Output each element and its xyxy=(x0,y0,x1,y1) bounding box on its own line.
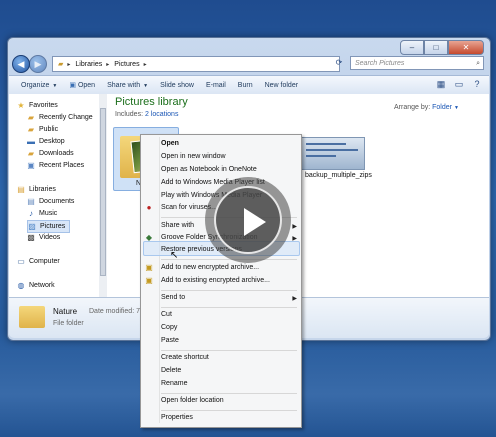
breadcrumb-pictures[interactable]: Pictures xyxy=(114,61,139,68)
menu-item-open-new-window[interactable]: Open in new window xyxy=(161,151,226,163)
groove-icon: ◆ xyxy=(145,233,153,242)
scrollbar-thumb[interactable] xyxy=(100,108,106,276)
navigation-bar: ◀ ▶ ▰ ▸ Libraries ▸ Pictures ▸ ⟳ Search … xyxy=(12,55,486,73)
search-icon: ⌕ xyxy=(476,60,480,67)
nav-recently-changed[interactable]: ▰ Recently Change xyxy=(27,112,93,123)
menu-item-open-folder-location[interactable]: Open folder location xyxy=(161,395,224,407)
menu-item-copy[interactable]: Copy xyxy=(161,322,177,334)
share-with-button[interactable]: Share with ▼ xyxy=(107,82,148,89)
nav-recent-places[interactable]: ▣ Recent Places xyxy=(27,160,84,171)
menu-item-delete[interactable]: Delete xyxy=(161,365,181,377)
chevron-down-icon[interactable]: ▼ xyxy=(454,105,459,111)
library-icon: ▤ xyxy=(17,184,25,194)
chevron-right-icon: ▸ xyxy=(143,61,147,68)
submenu-arrow-icon: ▶ xyxy=(292,296,297,302)
nav-libraries[interactable]: ▤ Libraries xyxy=(17,184,56,195)
menu-item-add-existing-encrypted[interactable]: Add to existing encrypted archive... xyxy=(161,275,270,287)
file-thumbnail[interactable] xyxy=(301,137,365,170)
slide-show-button[interactable]: Slide show xyxy=(160,82,194,89)
nav-public[interactable]: ▰ Public xyxy=(27,124,58,135)
video-play-button[interactable] xyxy=(205,177,291,263)
library-title: Pictures library xyxy=(115,96,188,108)
submenu-arrow-icon: ▶ xyxy=(292,236,297,242)
menu-item-create-shortcut[interactable]: Create shortcut xyxy=(161,352,209,364)
menu-item-rename[interactable]: Rename xyxy=(161,378,187,390)
recent-places-icon: ▣ xyxy=(27,160,35,170)
arrange-by-dropdown[interactable]: Folder xyxy=(432,104,452,111)
menu-item-add-encrypted[interactable]: Add to new encrypted archive... xyxy=(161,262,259,274)
lock-icon: ▣ xyxy=(145,276,153,285)
details-date-modified: Date modified: 7 xyxy=(89,308,140,315)
menu-item-properties[interactable]: Properties xyxy=(161,412,193,424)
burn-button[interactable]: Burn xyxy=(238,82,253,89)
address-bar[interactable]: ▰ ▸ Libraries ▸ Pictures ▸ xyxy=(52,56,340,72)
view-options-icon[interactable]: ▦ xyxy=(435,78,447,90)
breadcrumb-libraries[interactable]: Libraries xyxy=(75,61,102,68)
documents-icon: ▤ xyxy=(27,196,35,206)
computer-icon: ▭ xyxy=(17,256,25,266)
close-button[interactable]: ✕ xyxy=(448,40,484,55)
menu-item-open-onenote[interactable]: Open as Notebook in OneNote xyxy=(161,164,257,176)
context-menu: Open Open in new window Open as Notebook… xyxy=(140,134,302,428)
menu-item-cut[interactable]: Cut xyxy=(161,309,172,321)
pictures-icon: ▨ xyxy=(28,221,36,231)
mouse-cursor-icon: ↖ xyxy=(170,250,179,261)
caption-buttons: – □ ✕ xyxy=(400,40,484,55)
antivirus-icon: ● xyxy=(146,203,152,212)
nav-videos[interactable]: ▩ Videos xyxy=(27,232,60,243)
organize-button[interactable]: Organize ▼ xyxy=(21,82,57,89)
menu-item-send-to[interactable]: Send to xyxy=(161,292,185,304)
chevron-down-icon: ▼ xyxy=(52,82,58,89)
nav-music[interactable]: ♪ Music xyxy=(27,208,57,219)
help-icon[interactable]: ? xyxy=(471,78,483,90)
new-folder-button[interactable]: New folder xyxy=(265,82,298,89)
nav-documents[interactable]: ▤ Documents xyxy=(27,196,74,207)
star-icon: ★ xyxy=(17,100,25,110)
nav-network[interactable]: ◍ Network xyxy=(17,280,55,291)
desktop-icon: ▬ xyxy=(27,136,35,146)
file-label-backup-zips[interactable]: backup_multiple_zips xyxy=(305,171,372,180)
chevron-right-icon: ▸ xyxy=(67,61,71,68)
nav-favorites[interactable]: ★ Favorites xyxy=(17,100,57,111)
forward-button[interactable]: ▶ xyxy=(29,55,47,73)
videos-icon: ▩ xyxy=(27,232,35,242)
folder-icon: ▰ xyxy=(27,112,35,122)
preview-pane-icon[interactable]: ▭ xyxy=(453,78,465,90)
minimize-button[interactable]: – xyxy=(400,40,424,55)
play-icon xyxy=(214,186,282,254)
chevron-right-icon: ▸ xyxy=(106,61,110,68)
library-includes: Includes: 2 locations xyxy=(115,111,179,118)
email-button[interactable]: E-mail xyxy=(206,82,226,89)
nav-computer[interactable]: ▭ Computer xyxy=(17,256,60,267)
downloads-icon: ▰ xyxy=(27,148,35,158)
open-icon: ▣ xyxy=(69,82,76,89)
maximize-button[interactable]: □ xyxy=(424,40,448,55)
network-icon: ◍ xyxy=(17,280,25,290)
navigation-pane: ★ Favorites ▰ Recently Change ▰ Public ▬ Des… xyxy=(9,94,100,297)
nav-downloads[interactable]: ▰ Downloads xyxy=(27,148,74,159)
nav-desktop[interactable]: ▬ Desktop xyxy=(27,136,65,147)
details-name: Nature xyxy=(53,307,78,316)
submenu-arrow-icon: ▶ xyxy=(292,224,297,230)
folder-icon xyxy=(19,306,45,328)
menu-item-paste[interactable]: Paste xyxy=(161,335,179,347)
chevron-down-icon: ▼ xyxy=(143,82,149,89)
refresh-icon[interactable]: ⟳ xyxy=(332,56,346,70)
arrange-by: Arrange by: Folder ▼ xyxy=(394,104,459,111)
music-icon: ♪ xyxy=(29,208,33,218)
details-type: File folder xyxy=(53,320,84,327)
command-bar: Organize ▼ ▣ Open Share with ▼ Slide show … xyxy=(9,75,489,95)
locations-link[interactable]: 2 locations xyxy=(145,111,178,118)
folder-icon: ▰ xyxy=(58,61,64,68)
menu-item-share-with[interactable]: Share with xyxy=(161,220,194,232)
navigation-scrollbar[interactable] xyxy=(99,94,107,297)
back-button[interactable]: ◀ xyxy=(12,55,30,73)
search-input[interactable]: Search Pictures ⌕ xyxy=(350,56,484,70)
lock-icon: ▣ xyxy=(145,263,153,272)
open-button[interactable]: ▣ Open xyxy=(69,81,95,89)
menu-item-open[interactable]: Open xyxy=(161,138,179,150)
folder-icon: ▰ xyxy=(27,124,35,134)
